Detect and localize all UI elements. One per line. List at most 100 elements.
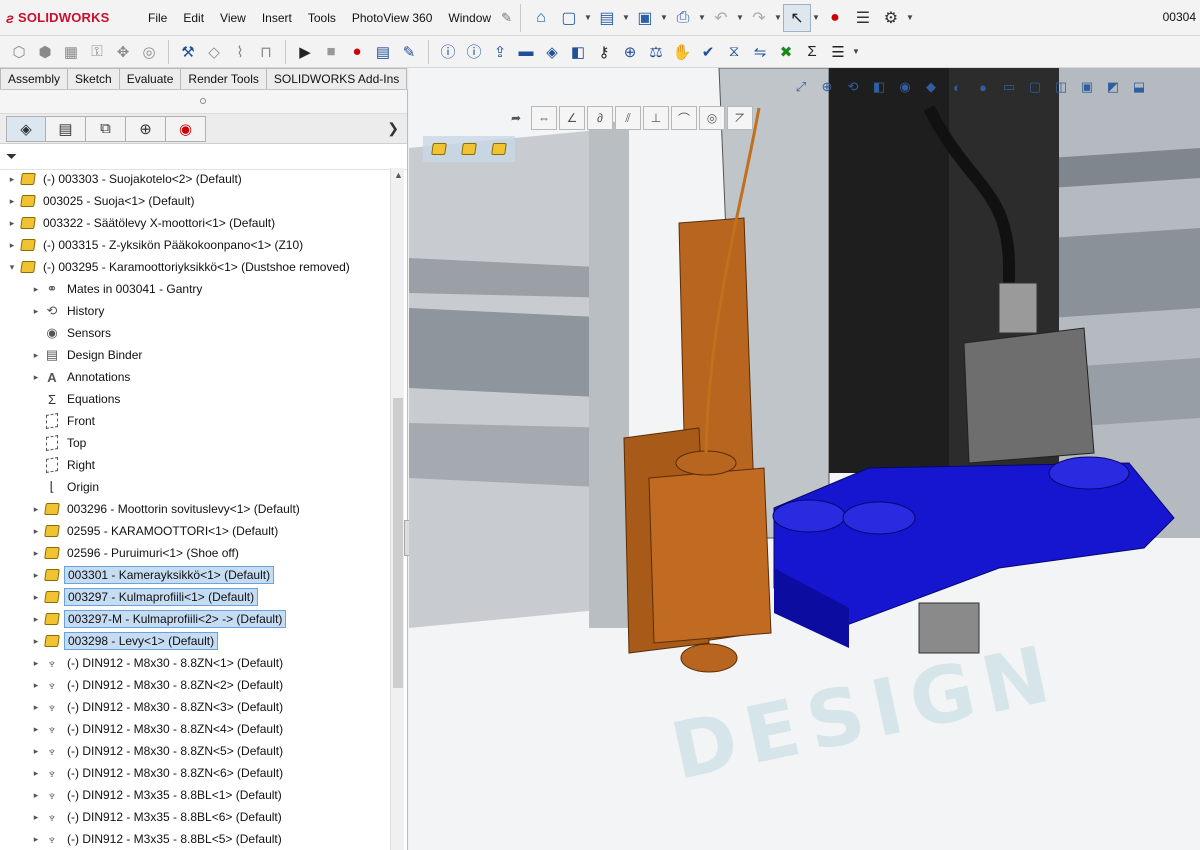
chevron-right-icon[interactable]: ▸: [30, 548, 42, 559]
tree-item[interactable]: ▸ 003298 - Levy<1> (Default): [0, 630, 390, 652]
chevron-right-icon[interactable]: ▸: [6, 240, 18, 251]
record-icon[interactable]: ●: [344, 38, 370, 66]
smart-fasteners-icon[interactable]: ⚿: [84, 38, 110, 66]
lines-icon[interactable]: ☰: [825, 38, 851, 66]
display-style-icon[interactable]: ◆: [919, 75, 943, 99]
dimxpert-manager-tab-icon[interactable]: ⊕: [126, 115, 166, 142]
save-icon[interactable]: ▣: [631, 4, 659, 32]
tree-filter[interactable]: ⏷: [0, 144, 407, 170]
perpendicular-icon[interactable]: ⊥: [643, 106, 669, 130]
play-icon[interactable]: ▶: [292, 38, 318, 66]
gear-icon[interactable]: ⚙: [877, 4, 905, 32]
property-manager-tab-icon[interactable]: ▤: [46, 115, 86, 142]
chevron-down-icon[interactable]: ▼: [583, 13, 593, 22]
key-icon[interactable]: ⚷: [591, 38, 617, 66]
tab-sketch[interactable]: Sketch: [67, 68, 120, 89]
tree-item[interactable]: ▸ 003296 - Moottorin sovituslevy<1> (Defa…: [0, 498, 390, 520]
tree-item[interactable]: ▸ A Annotations: [0, 366, 390, 388]
chevron-right-icon[interactable]: ▸: [30, 306, 42, 317]
tree-item[interactable]: ▸ ♆ (-) DIN912 - M3x35 - 8.8BL<1> (Default…: [0, 784, 390, 806]
chevron-right-icon[interactable]: ▸: [30, 504, 42, 515]
chevron-down-icon[interactable]: ▼: [659, 13, 669, 22]
chevron-right-icon[interactable]: ▸: [6, 196, 18, 207]
tree-item[interactable]: ▾ (-) 003295 - Karamoottoriyksikkö<1> (Du…: [0, 256, 390, 278]
tree-item[interactable]: ▸ 003297-M - Kulmaprofiili<2> -> (Default…: [0, 608, 390, 630]
tree-item[interactable]: ▸ ♆ (-) DIN912 - M8x30 - 8.8ZN<2> (Default…: [0, 674, 390, 696]
tree-item[interactable]: ▸ 003297 - Kulmaprofiili<1> (Default): [0, 586, 390, 608]
macro-new-icon[interactable]: ▤: [370, 38, 396, 66]
chevron-down-icon[interactable]: ▼: [811, 13, 821, 22]
excel-icon[interactable]: ✖: [773, 38, 799, 66]
tree-item[interactable]: ▸ 02595 - KARAMOOTTORI<1> (Default): [0, 520, 390, 542]
graphics-area[interactable]: DESIGN ⤢ ⊕ ⟲ ◧ ◉ ◆ ◐ ● ▭ ▢ ◫ ▣ ◩ ⬓ ➦ ⇔ ∠…: [409, 68, 1200, 850]
chevron-right-icon[interactable]: ▸: [30, 702, 42, 713]
parallel-icon[interactable]: ⫽: [615, 106, 641, 130]
hand-icon[interactable]: ✋: [669, 38, 695, 66]
lock-icon[interactable]: ⦢: [727, 106, 753, 130]
undo-icon[interactable]: ↶: [707, 4, 735, 32]
coincident-icon[interactable]: ∂: [587, 106, 613, 130]
chevron-right-icon[interactable]: ▸: [30, 614, 42, 625]
chevron-right-icon[interactable]: ▸: [30, 658, 42, 669]
menu-view[interactable]: View: [212, 0, 254, 36]
perspective-icon[interactable]: ◩: [1101, 75, 1125, 99]
chevron-down-icon[interactable]: ▼: [773, 13, 783, 22]
scroll-up-icon[interactable]: ▲: [394, 170, 403, 180]
tree-item[interactable]: ◉ Sensors: [0, 322, 390, 344]
zoom-to-area-icon[interactable]: ⊕: [815, 75, 839, 99]
stop-icon[interactable]: ■: [318, 38, 344, 66]
tab-solidworks-addins[interactable]: SOLIDWORKS Add-Ins: [265, 68, 408, 89]
tree-item[interactable]: ▸ (-) 003303 - Suojakotelo<2> (Default): [0, 168, 390, 190]
file-properties-icon[interactable]: ☰: [849, 4, 877, 32]
chevron-right-icon[interactable]: ▸: [30, 372, 42, 383]
tree-item[interactable]: ▸ ▤ Design Binder: [0, 344, 390, 366]
feature-manager-tab-icon[interactable]: ◈: [6, 115, 46, 142]
chevron-right-icon[interactable]: ▸: [30, 724, 42, 735]
shaded-cube-icon[interactable]: ▣: [1075, 75, 1099, 99]
redo-icon[interactable]: ↷: [745, 4, 773, 32]
edit-appearance-icon[interactable]: ●: [971, 75, 995, 99]
tree-item[interactable]: Right: [0, 454, 390, 476]
reference-geometry-icon[interactable]: ◇: [201, 38, 227, 66]
tree-item[interactable]: ⌊ Origin: [0, 476, 390, 498]
mirror-icon[interactable]: ⧖: [721, 38, 747, 66]
tree-item[interactable]: ▸ (-) 003315 - Z-yksikön Pääkokoonpano<1>…: [0, 234, 390, 256]
chevron-down-icon[interactable]: ▾: [6, 262, 18, 273]
print-icon[interactable]: ⎙: [669, 4, 697, 32]
menu-tools[interactable]: Tools: [300, 0, 344, 36]
scrollbar-thumb[interactable]: [393, 398, 403, 688]
zoom-part-icon[interactable]: ⊕: [617, 38, 643, 66]
chevron-right-icon[interactable]: ▸: [6, 174, 18, 185]
tab-assembly[interactable]: Assembly: [0, 68, 69, 89]
menu-photoview[interactable]: PhotoView 360: [344, 0, 441, 36]
chevron-right-icon[interactable]: ▸: [30, 834, 42, 845]
mate-icon[interactable]: ⬢: [32, 38, 58, 66]
chevron-right-icon[interactable]: ▸: [30, 570, 42, 581]
show-hidden-icon[interactable]: ◎: [136, 38, 162, 66]
chevron-down-icon[interactable]: ▼: [851, 47, 861, 56]
tree-item[interactable]: ▸ ♆ (-) DIN912 - M8x30 - 8.8ZN<4> (Default…: [0, 718, 390, 740]
new-document-icon[interactable]: ▢: [555, 4, 583, 32]
chevron-right-icon[interactable]: ▸: [30, 680, 42, 691]
cube-view-icon[interactable]: ◫: [1049, 75, 1073, 99]
tab-render-tools[interactable]: Render Tools: [180, 68, 267, 89]
chevron-down-icon[interactable]: ▼: [735, 13, 745, 22]
menu-insert[interactable]: Insert: [254, 0, 300, 36]
info-icon[interactable]: ⓘ: [435, 38, 461, 66]
tree-item[interactable]: Top: [0, 432, 390, 454]
open-icon[interactable]: ▤: [593, 4, 621, 32]
camera-icon[interactable]: ⬓: [1127, 75, 1151, 99]
new-motion-study-icon[interactable]: ⌇: [227, 38, 253, 66]
insert-component-icon[interactable]: ⬡: [6, 38, 32, 66]
component-icon[interactable]: [455, 138, 483, 160]
hide-show-icon[interactable]: ◐: [945, 75, 969, 99]
balance-icon[interactable]: ⚖: [643, 38, 669, 66]
zoom-to-fit-icon[interactable]: ⤢: [789, 75, 813, 99]
tree-item[interactable]: ▸ ♆ (-) DIN912 - M8x30 - 8.8ZN<5> (Default…: [0, 740, 390, 762]
chevron-right-icon[interactable]: ▸: [30, 812, 42, 823]
chevron-down-icon[interactable]: ▼: [621, 13, 631, 22]
view-settings-icon[interactable]: ▢: [1023, 75, 1047, 99]
component-icon[interactable]: [485, 138, 513, 160]
previous-view-icon[interactable]: ⟲: [841, 75, 865, 99]
pane-splitter[interactable]: [0, 90, 407, 114]
